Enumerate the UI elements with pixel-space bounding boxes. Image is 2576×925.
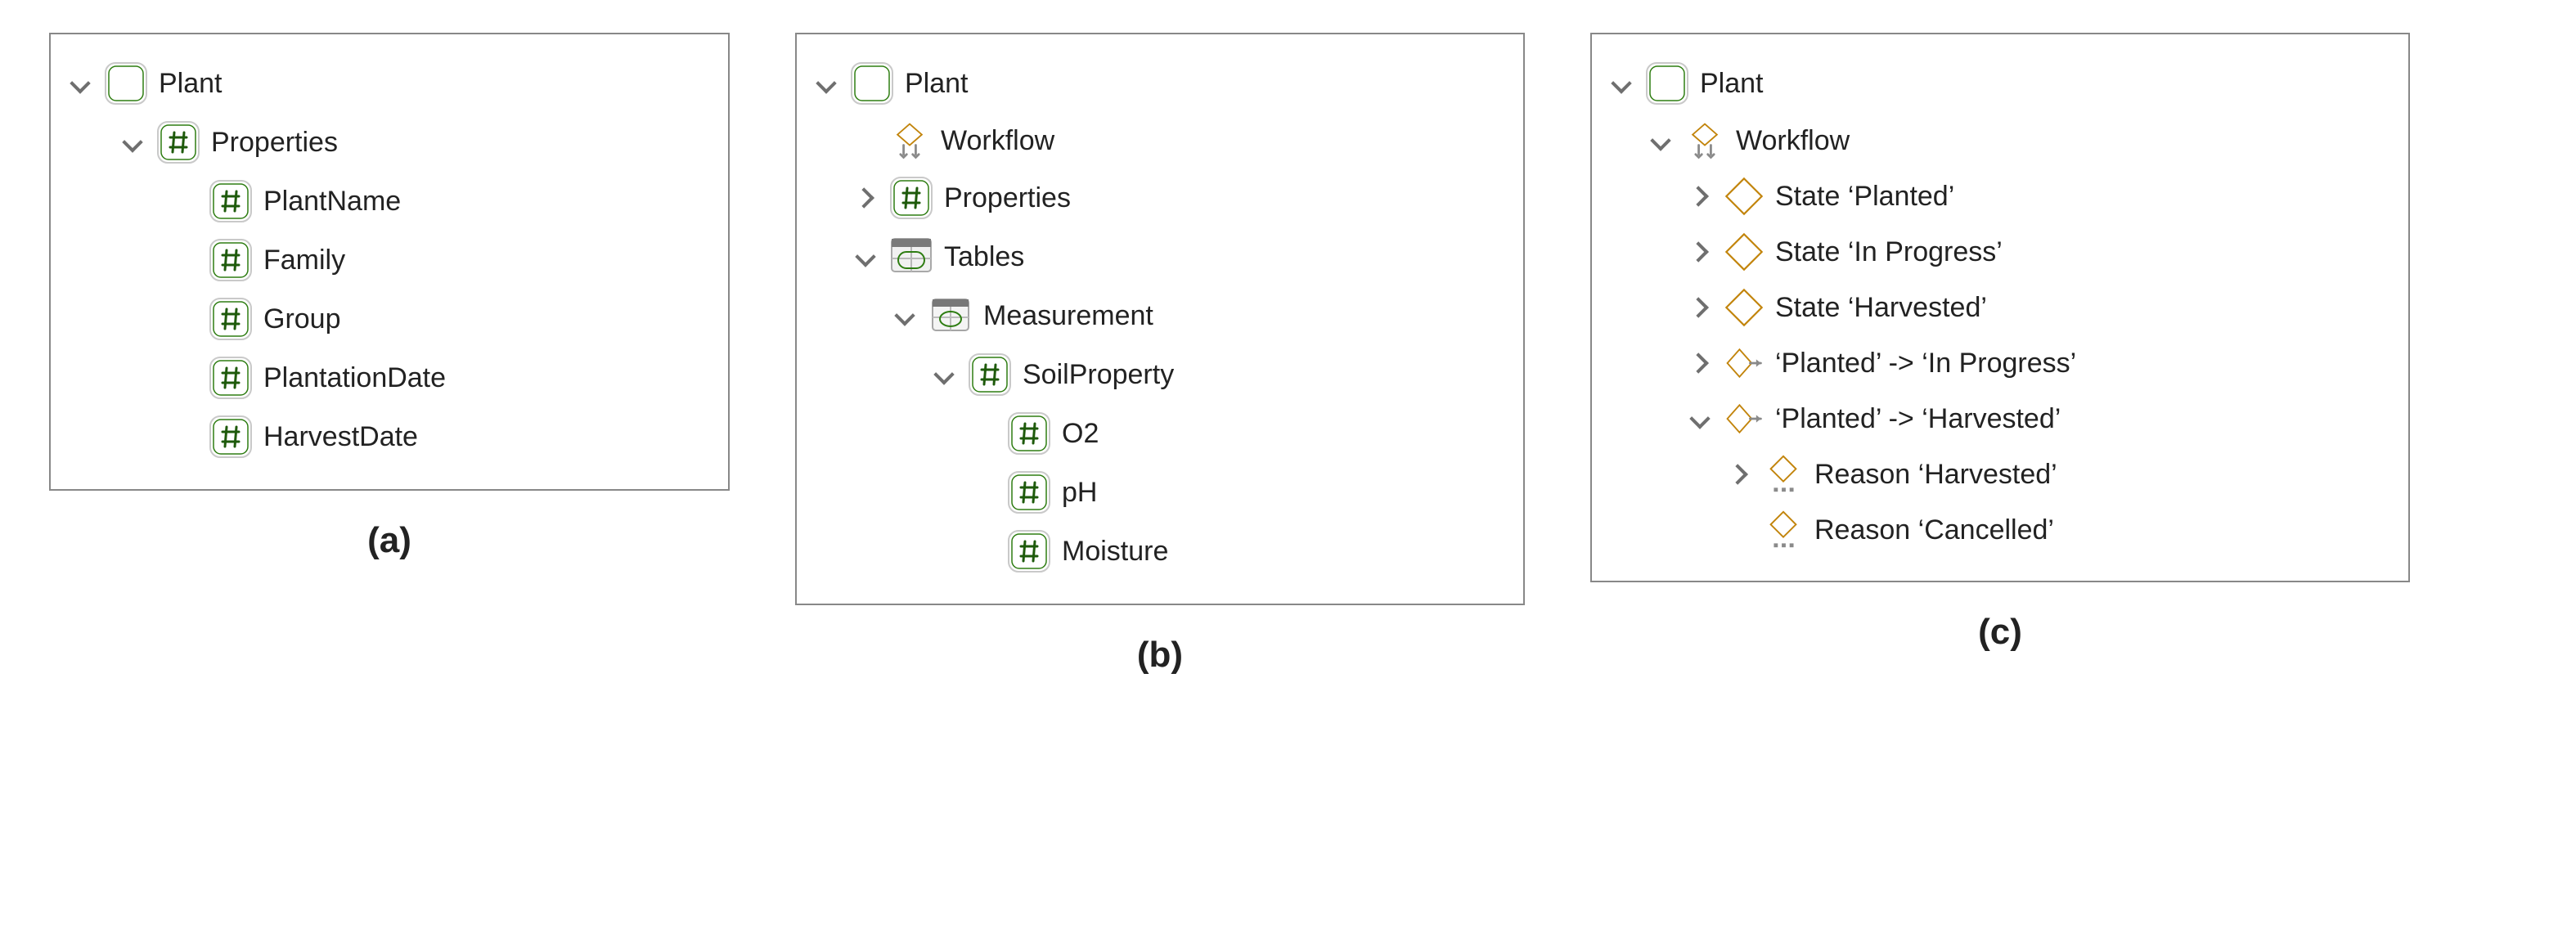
table-icon [928, 293, 973, 339]
tree-label: Properties [944, 182, 1071, 214]
panel-caption: (c) [1978, 612, 2022, 653]
tree-label: Workflow [1736, 125, 1850, 157]
chevron-right-icon[interactable] [1687, 183, 1713, 209]
tree-label: Workflow [941, 125, 1054, 157]
tree-label: Properties [211, 127, 338, 159]
tree-row-transition[interactable]: ‘Planted’ -> ‘In Progress’ [1687, 335, 2385, 391]
state-icon [1723, 231, 1765, 273]
chevron-down-icon[interactable] [852, 244, 879, 270]
tree-row[interactable]: O2 [970, 404, 1500, 463]
panel-a: Plant Properties PlantName Family Group … [49, 33, 730, 561]
field-group-icon [967, 352, 1013, 397]
tree-row-state[interactable]: State ‘Planted’ [1687, 168, 2385, 224]
tree-row-plant[interactable]: Plant [1608, 54, 2385, 113]
tree-row-plant[interactable]: Plant [67, 54, 705, 113]
chevron-down-icon[interactable] [1687, 406, 1713, 432]
entity-icon [1644, 61, 1690, 106]
tree-row[interactable]: pH [970, 463, 1500, 522]
tree-row[interactable]: PlantName [172, 172, 705, 231]
tables-icon [888, 234, 934, 280]
panel-caption: (a) [367, 520, 411, 561]
tree-row-transition[interactable]: ‘Planted’ -> ‘Harvested’ [1687, 391, 2385, 447]
chevron-right-icon[interactable] [1687, 239, 1713, 265]
panel-c: Plant Workflow State ‘Planted’ [1590, 33, 2410, 653]
chevron-right-icon[interactable] [1726, 461, 1752, 487]
tree-row[interactable]: PlantationDate [172, 348, 705, 407]
tree-row-reason[interactable]: Reason ‘Cancelled’ [1726, 502, 2385, 558]
chevron-down-icon[interactable] [119, 129, 146, 155]
tree-label: Plant [159, 68, 223, 100]
tree-row-tables[interactable]: Tables [852, 227, 1500, 286]
tree-label: Plant [1700, 68, 1764, 100]
entity-icon [849, 61, 895, 106]
field-icon [1006, 469, 1052, 515]
reason-icon [1762, 453, 1805, 496]
field-icon [1006, 528, 1052, 574]
field-icon [208, 296, 254, 342]
tree-row-reason[interactable]: Reason ‘Harvested’ [1726, 447, 2385, 502]
panel-b: Plant Workflow Properties [795, 33, 1525, 676]
workflow-icon [888, 119, 931, 162]
transition-icon [1723, 342, 1765, 384]
tree-row-workflow[interactable]: Workflow [852, 113, 1500, 168]
chevron-right-icon[interactable] [1687, 294, 1713, 321]
field-icon [208, 355, 254, 401]
field-icon [208, 178, 254, 224]
tree-label: Group [263, 303, 341, 335]
tree-row-workflow[interactable]: Workflow [1648, 113, 2385, 168]
chevron-down-icon[interactable] [931, 361, 957, 388]
field-icon [208, 237, 254, 283]
tree-label: PlantName [263, 186, 401, 218]
chevron-right-icon[interactable] [852, 185, 879, 211]
tree-label: PlantationDate [263, 362, 446, 394]
tree-label: ‘Planted’ -> ‘In Progress’ [1775, 348, 2076, 379]
tree-label: State ‘Planted’ [1775, 181, 1954, 213]
chevron-down-icon[interactable] [67, 70, 93, 97]
workflow-icon [1684, 119, 1726, 162]
tree-row[interactable]: Group [172, 290, 705, 348]
tree-row-properties[interactable]: Properties [119, 113, 705, 172]
chevron-right-icon[interactable] [1687, 350, 1713, 376]
field-group-icon [155, 119, 201, 165]
tree-row-soilproperty[interactable]: SoilProperty [931, 345, 1500, 404]
tree-label: ‘Planted’ -> ‘Harvested’ [1775, 403, 2061, 435]
tree-label: Reason ‘Harvested’ [1814, 459, 2057, 491]
entity-icon [103, 61, 149, 106]
tree-label: Measurement [983, 300, 1153, 332]
chevron-down-icon[interactable] [1608, 70, 1634, 97]
tree-label: Moisture [1062, 536, 1168, 568]
field-icon [208, 414, 254, 460]
tree-row[interactable]: Moisture [970, 522, 1500, 581]
tree-label: Reason ‘Cancelled’ [1814, 514, 2054, 546]
state-icon [1723, 175, 1765, 218]
tree-label: Plant [905, 68, 969, 100]
field-group-icon [888, 175, 934, 221]
panel-caption: (b) [1137, 635, 1183, 676]
tree-label: SoilProperty [1023, 359, 1174, 391]
chevron-down-icon[interactable] [892, 303, 918, 329]
tree-label: HarvestDate [263, 421, 418, 453]
tree-label: Family [263, 245, 345, 276]
tree-label: O2 [1062, 418, 1099, 450]
tree-row-properties[interactable]: Properties [852, 168, 1500, 227]
tree-label: State ‘In Progress’ [1775, 236, 2003, 268]
tree-label: Tables [944, 241, 1024, 273]
tree-row[interactable]: Family [172, 231, 705, 290]
chevron-down-icon[interactable] [813, 70, 839, 97]
chevron-down-icon[interactable] [1648, 128, 1674, 154]
field-icon [1006, 411, 1052, 456]
tree-row-state[interactable]: State ‘Harvested’ [1687, 280, 2385, 335]
tree-row-plant[interactable]: Plant [813, 54, 1500, 113]
tree-label: State ‘Harvested’ [1775, 292, 1987, 324]
tree-row[interactable]: HarvestDate [172, 407, 705, 466]
tree-row-state[interactable]: State ‘In Progress’ [1687, 224, 2385, 280]
reason-icon [1762, 509, 1805, 551]
state-icon [1723, 286, 1765, 329]
tree-row-measurement[interactable]: Measurement [892, 286, 1500, 345]
transition-icon [1723, 397, 1765, 440]
tree-label: pH [1062, 477, 1097, 509]
